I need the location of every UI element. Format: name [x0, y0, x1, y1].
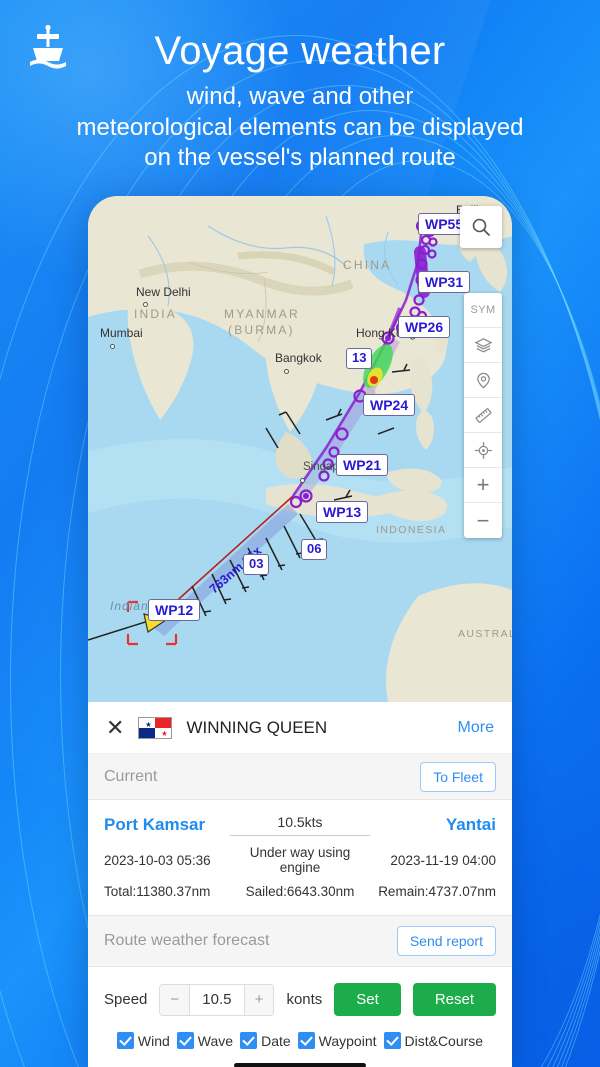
checkbox-checked-icon[interactable]	[116, 1032, 134, 1049]
page-title: Voyage weather	[154, 29, 446, 73]
region-label: INDIA	[134, 307, 178, 321]
reset-button[interactable]: Reset	[412, 983, 496, 1016]
total-distance: Total:11380.37nm	[104, 884, 211, 899]
tool-zoom-in-button[interactable]: +	[464, 468, 502, 503]
speed-increment-button[interactable]: +	[244, 984, 274, 1015]
tool-marker-button[interactable]	[464, 363, 502, 398]
arrival-time: 2023-11-19 04:00	[390, 852, 497, 868]
city-dot	[300, 478, 305, 483]
sailed-distance: Sailed:6643.30nm	[245, 884, 355, 899]
waypoint-label-03[interactable]: 03	[243, 554, 270, 575]
waypoint-label-wp31[interactable]: WP31	[418, 271, 471, 294]
speed-label: Speed	[104, 991, 148, 1008]
tool-locate-button[interactable]	[464, 433, 502, 468]
forecast-title: Route weather forecast	[104, 932, 270, 949]
speed-unit-label: konts	[286, 991, 323, 1008]
waypoint-label-wp12[interactable]: WP12	[148, 599, 201, 622]
subtitle-line-2: meteorological elements can be displayed	[76, 113, 524, 141]
speed-value-display: 10.5kts	[230, 814, 370, 836]
phone-frame: 763nm 06x Beijing New Delhi Mumbai Bangk…	[88, 196, 512, 1067]
checkbox-date[interactable]: Date	[240, 1032, 291, 1049]
plus-icon: +	[476, 472, 490, 497]
city-dot	[110, 344, 115, 349]
layers-icon	[474, 337, 492, 352]
map-canvas[interactable]: 763nm 06x Beijing New Delhi Mumbai Bangk…	[88, 196, 512, 702]
close-icon[interactable]: ✕	[106, 716, 124, 739]
remain-distance: Remain:4737.07nm	[378, 884, 497, 899]
send-report-button[interactable]: Send report	[396, 926, 496, 956]
region-label: INDONESIA	[376, 524, 447, 536]
forecast-section-header: Route weather forecast Send report	[88, 915, 512, 967]
region-label: CHINA	[343, 258, 392, 272]
checkbox-label: Waypoint	[318, 1032, 377, 1049]
region-label: MYANMAR	[224, 307, 300, 321]
tool-zoom-out-button[interactable]: −	[464, 503, 502, 538]
current-title: Current	[104, 767, 158, 785]
waypoint-label-13[interactable]: 13	[346, 348, 373, 369]
speed-row: Speed − 10.5 + konts Set Reset	[104, 983, 496, 1016]
city-label: Bangkok	[275, 351, 322, 365]
checkbox-wave[interactable]: Wave	[176, 1032, 234, 1049]
arrival-port[interactable]: Yantai	[446, 815, 496, 834]
set-button[interactable]: Set	[334, 983, 401, 1016]
checkbox-dist-course[interactable]: Dist&Course	[383, 1032, 484, 1049]
tool-sym-button[interactable]: SYM	[464, 293, 502, 328]
search-icon	[472, 218, 490, 236]
city-label: Mumbai	[100, 326, 143, 340]
hero-subtitle: wind, wave and other meteorological elem…	[0, 82, 600, 174]
checkbox-label: Wave	[197, 1032, 234, 1049]
city-label: New Delhi	[136, 285, 191, 299]
subtitle-line-3: on the vessel's planned route	[144, 144, 456, 172]
ruler-icon	[475, 407, 491, 423]
checkbox-checked-icon[interactable]	[297, 1032, 315, 1049]
tool-layers-button[interactable]	[464, 328, 502, 363]
tool-measure-button[interactable]	[464, 398, 502, 433]
sym-text-icon: SYM	[470, 304, 496, 316]
layer-checkbox-row: Wind Wave Date Waypoint Dist&Course	[104, 1032, 496, 1049]
vessel-name: WINNING QUEEN	[186, 717, 328, 737]
speed-decrement-button[interactable]: −	[160, 984, 190, 1015]
departure-port[interactable]: Port Kamsar	[104, 815, 205, 834]
map-search-button[interactable]	[460, 206, 502, 248]
waypoint-label-wp21[interactable]: WP21	[336, 454, 389, 477]
home-indicator	[234, 1063, 366, 1067]
departure-time: 2023-10-03 05:36	[104, 852, 211, 868]
more-link[interactable]: More	[458, 719, 494, 737]
waypoint-label-wp13[interactable]: WP13	[316, 501, 369, 524]
controls-panel: Speed − 10.5 + konts Set Reset Wind Wave…	[88, 967, 512, 1067]
current-section-header: Current To Fleet	[88, 754, 512, 800]
waypoint-label-wp26[interactable]: WP26	[398, 316, 451, 339]
speed-stepper[interactable]: − 10.5 +	[159, 983, 275, 1016]
panama-flag-icon	[138, 716, 173, 739]
checkbox-wind[interactable]: Wind	[116, 1032, 170, 1049]
map-toolbar[interactable]: SYM + −	[464, 293, 502, 538]
region-label: (BURMA)	[228, 323, 295, 337]
ocean-label: Indian	[110, 599, 149, 613]
city-dot	[284, 369, 289, 374]
hero-header: Voyage weather wind, wave and other mete…	[0, 28, 600, 174]
minus-icon: −	[476, 507, 490, 533]
checkbox-label: Date	[261, 1032, 291, 1049]
speed-input[interactable]: 10.5	[189, 984, 245, 1015]
nav-status: Under way using engine	[249, 845, 351, 875]
waypoint-label-wp24[interactable]: WP24	[363, 394, 416, 417]
vessel-bar: ✕ WINNING QUEEN More	[88, 702, 512, 754]
waypoint-label-06[interactable]: 06	[301, 539, 328, 560]
region-label: AUSTRALIA	[458, 628, 512, 640]
crosshair-icon	[474, 441, 492, 459]
checkbox-label: Dist&Course	[404, 1032, 484, 1049]
subtitle-line-1: wind, wave and other	[186, 83, 414, 110]
checkbox-label: Wind	[137, 1032, 170, 1049]
to-fleet-button[interactable]: To Fleet	[420, 761, 496, 792]
checkbox-waypoint[interactable]: Waypoint	[297, 1032, 377, 1049]
checkbox-checked-icon[interactable]	[176, 1032, 194, 1049]
checkbox-checked-icon[interactable]	[240, 1032, 258, 1049]
checkbox-checked-icon[interactable]	[383, 1032, 401, 1049]
voyage-details: Port Kamsar 10.5kts Yantai 2023-10-03 05…	[88, 800, 512, 915]
map-pin-icon	[476, 372, 490, 388]
